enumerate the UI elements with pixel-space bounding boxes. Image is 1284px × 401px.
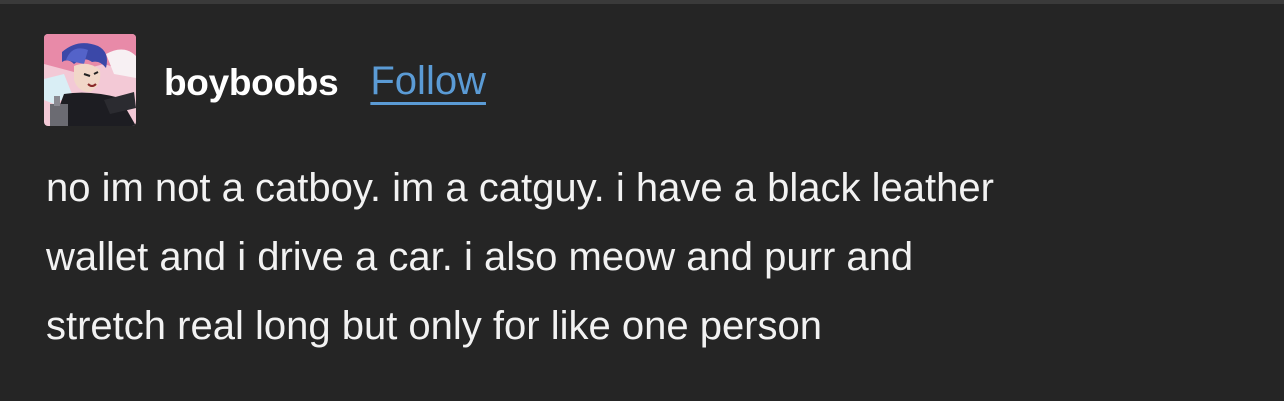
follow-button[interactable]: Follow: [370, 61, 486, 101]
post-card: boyboobs Follow no im not a catboy. im a…: [0, 4, 1284, 401]
post-body-line: no im not a catboy. im a catguy. i have …: [46, 166, 994, 210]
post-header: boyboobs Follow: [44, 34, 486, 126]
post-body-line: wallet and i drive a car. i also meow an…: [46, 235, 914, 279]
avatar[interactable]: [44, 34, 136, 126]
post-body-line: stretch real long but only for like one …: [46, 304, 822, 348]
post-body: no im not a catboy. im a catguy. i have …: [46, 154, 1246, 361]
username[interactable]: boyboobs: [164, 64, 339, 101]
anime-character-avatar-icon: [44, 34, 136, 126]
